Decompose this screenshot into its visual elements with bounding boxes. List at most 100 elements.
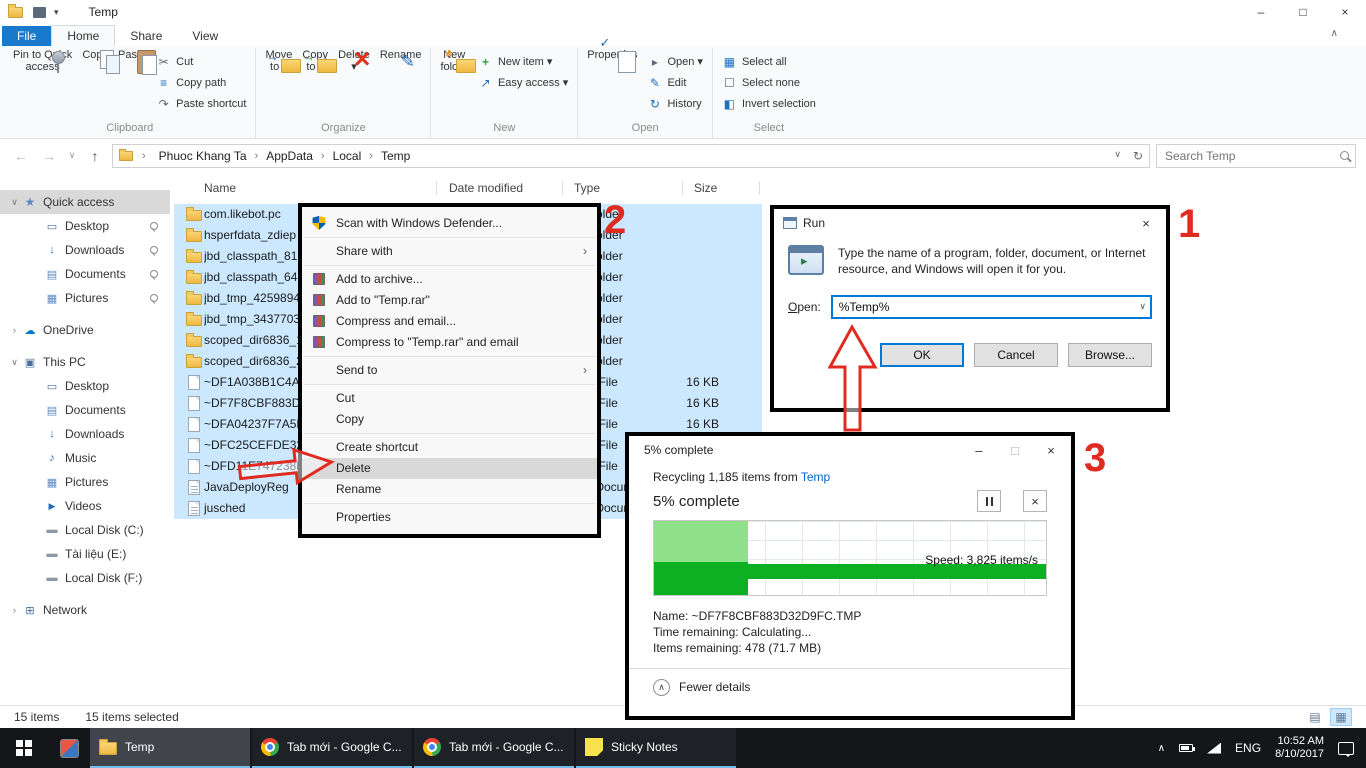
sidebar-item[interactable]: Tài liệu (E:) [0,542,170,566]
back-button[interactable]: ← [10,148,32,164]
context-menu-item[interactable] [304,433,595,434]
maximize-button[interactable]: □ [1282,0,1324,24]
combobox-dropdown-icon[interactable]: ∨ [1139,301,1146,312]
close-button[interactable]: × [1324,0,1366,24]
ribbon-small-button[interactable]: Invert selection [717,93,821,114]
sidebar-item[interactable]: Downloads [0,238,170,262]
ribbon-small-button[interactable]: Select all [717,51,821,72]
ribbon-small-button[interactable]: Open ▾ [642,51,708,72]
ribbon-big-button[interactable]: Rename [375,48,427,74]
context-menu-item[interactable] [304,384,595,385]
search-input[interactable] [1163,148,1340,164]
network-signal-icon[interactable] [1207,743,1221,754]
close-icon[interactable]: × [1128,216,1164,231]
ribbon-tab[interactable]: File [2,26,51,46]
context-menu-item[interactable]: Add to archive... [302,269,597,290]
sidebar-item[interactable]: Desktop [0,374,170,398]
sidebar-item[interactable]: Local Disk (C:) [0,518,170,542]
ribbon-tab[interactable]: Share [115,26,177,46]
expander-icon[interactable]: › [8,605,21,615]
battery-icon[interactable] [1179,744,1193,752]
collapse-ribbon-icon[interactable]: ∧ [1331,28,1338,42]
pause-button[interactable] [977,490,1001,512]
context-menu-item[interactable] [304,237,595,238]
ribbon-big-button[interactable]: Copy [77,48,113,74]
breadcrumb-item[interactable]: Temp [377,147,414,165]
address-dropdown-icon[interactable]: ∨ [1114,149,1121,163]
breadcrumb[interactable]: › Phuoc Khang Ta › AppData › Local [112,144,1150,168]
sidebar-item[interactable]: Music [0,446,170,470]
taskbar-app-button[interactable]: Sticky Notes [576,728,736,768]
context-menu-item[interactable]: Delete [302,458,597,479]
sidebar-item[interactable]: Downloads [0,422,170,446]
column-separator[interactable] [682,181,683,195]
sidebar-item[interactable]: › OneDrive [0,318,170,342]
ok-button[interactable]: OK [880,343,964,367]
quick-access-toolbar-caret-icon[interactable]: ▾ [54,7,59,18]
tray-expand-icon[interactable]: ∧ [1158,743,1165,754]
sidebar-item[interactable]: › Network [0,598,170,622]
minimize-icon[interactable]: – [961,443,997,458]
context-menu-item[interactable]: Compress to "Temp.rar" and email [302,332,597,353]
action-center-icon[interactable] [1338,742,1354,755]
progress-folder-link[interactable]: Temp [801,470,830,484]
ribbon-big-button[interactable]: Copyto ▾ [297,48,333,74]
context-menu-item[interactable]: Scan with Windows Defender... [302,213,597,234]
context-menu-item[interactable]: Copy [302,409,597,430]
search-box[interactable] [1156,144,1356,168]
clock[interactable]: 10:52 AM 8/10/2017 [1275,735,1324,761]
expander-icon[interactable]: ∨ [8,357,21,368]
breadcrumb-separator[interactable]: › [251,150,263,162]
taskbar-app-button[interactable]: Tab mới - Google C... [252,728,412,768]
forward-button[interactable]: → [38,148,60,164]
recent-locations-icon[interactable]: ∨ [66,150,78,161]
column-separator[interactable] [562,181,563,195]
ribbon-big-button[interactable]: Properties [582,48,642,62]
cancel-button[interactable]: Cancel [974,343,1058,367]
ribbon-small-button[interactable]: Select none [717,72,821,93]
ribbon-big-button[interactable]: Delete▾ [333,48,375,74]
ribbon-small-button[interactable]: Easy access ▾ [473,72,573,93]
run-input[interactable] [831,295,1152,319]
sidebar-item[interactable]: Desktop [0,214,170,238]
context-menu-item[interactable]: Create shortcut [302,437,597,458]
ribbon-tab[interactable]: Home [51,25,115,46]
ribbon-big-button[interactable]: Newfolder [435,48,473,74]
taskbar-app-button[interactable]: Tab mới - Google C... [414,728,574,768]
column-header-date[interactable]: Date modified [449,178,523,198]
context-menu-item[interactable] [304,265,595,266]
minimize-button[interactable]: – [1240,0,1282,24]
start-button[interactable] [0,728,48,768]
context-menu-item[interactable] [304,356,595,357]
sidebar-item[interactable]: Pictures [0,286,170,310]
breadcrumb-separator[interactable]: › [317,150,329,162]
thumbnails-view-icon[interactable]: ▦ [1330,708,1352,726]
quick-access-toolbar-icon[interactable] [33,7,46,18]
language-indicator[interactable]: ENG [1235,741,1261,755]
sidebar-item[interactable]: ∨ This PC [0,350,170,374]
run-combobox[interactable]: ∨ [831,295,1152,319]
sidebar-item[interactable]: ∨ Quick access [0,190,170,214]
column-separator[interactable] [436,181,437,195]
close-icon[interactable]: × [1033,443,1069,458]
ribbon-small-button[interactable]: New item ▾ [473,51,573,72]
context-menu-item[interactable]: Cut [302,388,597,409]
browse-button[interactable]: Browse... [1068,343,1152,367]
column-header-type[interactable]: Type [574,178,600,198]
context-menu-item[interactable]: Rename [302,479,597,500]
column-header-name[interactable]: Name [204,178,236,198]
ribbon-small-button[interactable]: Paste shortcut [151,93,251,114]
ribbon-tab[interactable]: View [177,26,233,46]
taskbar-app-button[interactable]: Temp [90,728,250,768]
expander-icon[interactable]: › [8,325,21,335]
sidebar-item[interactable]: Documents [0,398,170,422]
sidebar-item[interactable]: Local Disk (F:) [0,566,170,590]
sidebar-item[interactable]: Pictures [0,470,170,494]
context-menu-item[interactable]: Compress and email... [302,311,597,332]
search-icon[interactable] [1340,151,1349,160]
column-separator[interactable] [759,181,760,195]
ribbon-small-button[interactable]: Copy path [151,72,251,93]
context-menu-item[interactable]: Properties [302,507,597,528]
cancel-operation-button[interactable]: × [1023,490,1047,512]
sidebar-item[interactable]: Videos [0,494,170,518]
